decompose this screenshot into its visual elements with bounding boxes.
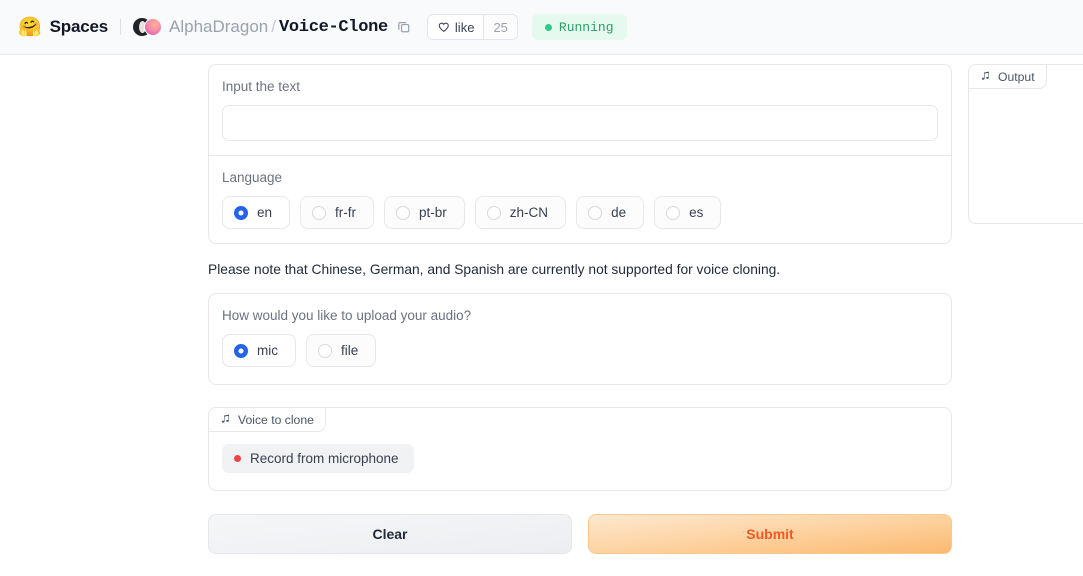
language-radio-label: en	[257, 205, 273, 220]
upload-mode-radio-label: file	[341, 343, 359, 358]
language-radio-label: es	[689, 205, 704, 220]
upload-mode-panel: How would you like to upload your audio?…	[208, 293, 952, 385]
upload-mode-radio-label: mic	[257, 343, 278, 358]
language-radio-de[interactable]: de	[576, 196, 645, 229]
radio-dot-icon	[318, 343, 332, 358]
form-column: Input the text Language en fr-fr pt-br z…	[208, 64, 952, 554]
radio-dot-icon	[234, 343, 248, 358]
text-input-block: Input the text	[209, 65, 951, 155]
breadcrumb-owner[interactable]: AlphaDragon	[169, 17, 268, 37]
language-radio-zh-cn[interactable]: zh-CN	[474, 196, 567, 229]
clear-button[interactable]: Clear	[208, 514, 572, 554]
header-divider	[120, 19, 122, 35]
submit-button[interactable]: Submit	[588, 514, 952, 554]
breadcrumb-separator: /	[271, 17, 276, 36]
record-dot-icon	[234, 455, 241, 462]
language-radio-es[interactable]: es	[654, 196, 722, 229]
text-and-language-panel: Input the text Language en fr-fr pt-br z…	[208, 64, 952, 244]
app-body: Input the text Language en fr-fr pt-br z…	[0, 55, 1083, 576]
upload-mode-radio-file[interactable]: file	[306, 334, 377, 367]
output-panel: Output	[968, 64, 1083, 224]
spaces-link[interactable]: Spaces	[50, 17, 109, 37]
breadcrumb-repo[interactable]: Voice-Clone	[279, 18, 388, 37]
language-radio-group: en fr-fr pt-br zh-CN de es	[222, 196, 938, 229]
avatar	[133, 18, 163, 36]
site-header: 🤗 Spaces AlphaDragon / Voice-Clone like …	[0, 0, 1083, 55]
language-radio-label: de	[611, 205, 627, 220]
copy-icon[interactable]	[397, 20, 411, 34]
radio-dot-icon	[588, 205, 603, 220]
upload-mode-label: How would you like to upload your audio?	[222, 308, 472, 323]
radio-dot-icon	[234, 205, 248, 220]
status-label: Running	[558, 19, 614, 35]
record-from-microphone-button[interactable]: Record from microphone	[222, 444, 414, 473]
action-row: Clear Submit	[208, 514, 952, 554]
like-count: 25	[483, 15, 517, 39]
radio-dot-icon	[486, 205, 501, 220]
upload-mode-block: How would you like to upload your audio?…	[209, 294, 951, 384]
status-dot-icon	[544, 23, 552, 31]
radio-dot-icon	[666, 205, 681, 220]
text-input-label: Input the text	[222, 79, 301, 94]
language-radio-label: zh-CN	[509, 205, 549, 220]
radio-dot-icon	[396, 205, 411, 220]
radio-dot-icon	[312, 205, 327, 220]
heart-icon	[438, 22, 449, 32]
voice-to-clone-tab: Voice to clone	[208, 407, 326, 432]
output-tab: Output	[968, 64, 1047, 89]
language-radio-label: fr-fr	[335, 205, 357, 220]
language-label: Language	[222, 170, 283, 185]
status-badge: Running	[531, 14, 627, 40]
like-label: like	[454, 19, 475, 35]
music-note-icon	[980, 71, 991, 82]
language-block: Language en fr-fr pt-br zh-CN de es	[209, 156, 951, 243]
language-radio-label: pt-br	[419, 205, 447, 220]
hugging-face-logo-icon[interactable]: 🤗	[18, 18, 42, 37]
language-radio-en[interactable]: en	[222, 196, 291, 229]
output-tab-label: Output	[998, 69, 1035, 84]
language-radio-pt-br[interactable]: pt-br	[384, 196, 465, 229]
like-group[interactable]: like 25	[426, 14, 518, 40]
upload-mode-radio-group: mic file	[222, 334, 938, 367]
record-button-label: Record from microphone	[250, 451, 399, 466]
voice-to-clone-tab-label: Voice to clone	[238, 412, 314, 427]
music-note-icon	[220, 414, 231, 425]
language-radio-fr-fr[interactable]: fr-fr	[300, 196, 375, 229]
avatar-secondary	[144, 18, 163, 36]
like-button[interactable]: like	[428, 15, 484, 39]
voice-to-clone-panel: Voice to clone Record from microphone	[208, 407, 952, 491]
unsupported-languages-note: Please note that Chinese, German, and Sp…	[208, 262, 781, 277]
upload-mode-radio-mic[interactable]: mic	[222, 334, 296, 367]
search-input[interactable]	[222, 105, 938, 141]
